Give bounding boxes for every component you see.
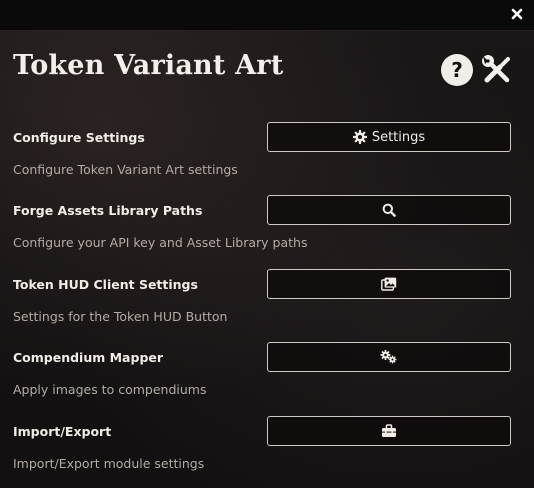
row-token-hud: Token HUD Client Settings Settings for t… <box>13 269 513 331</box>
window-titlebar[interactable] <box>0 0 534 31</box>
row-configure-settings: Configure Settings Settings Configure To… <box>13 122 513 184</box>
import-export-button[interactable] <box>267 416 511 446</box>
settings-window: Token Variant Art ? Configure Settings S… <box>0 0 534 488</box>
row-import-export: Import/Export Import/Export module setti… <box>13 416 513 478</box>
toolbox-icon <box>382 424 396 437</box>
row-label: Forge Assets Library Paths <box>13 203 203 218</box>
header: Token Variant Art ? <box>13 50 521 90</box>
row-hint: Configure Token Variant Art settings <box>13 162 238 177</box>
help-icon[interactable]: ? <box>441 54 473 86</box>
compendium-mapper-button[interactable] <box>267 342 511 372</box>
token-hud-button[interactable] <box>267 269 511 299</box>
row-label: Token HUD Client Settings <box>13 277 198 292</box>
settings-button[interactable]: Settings <box>267 122 511 152</box>
row-hint: Settings for the Token HUD Button <box>13 309 228 324</box>
row-forge-assets: Forge Assets Library Paths Configure you… <box>13 195 513 257</box>
images-icon <box>381 277 397 291</box>
row-label: Import/Export <box>13 424 112 439</box>
forge-assets-button[interactable] <box>267 195 511 225</box>
settings-button-label: Settings <box>371 129 426 145</box>
row-hint: Import/Export module settings <box>13 456 205 471</box>
search-icon <box>382 203 396 217</box>
row-hint: Apply images to compendiums <box>13 382 207 397</box>
row-hint: Configure your API key and Asset Library… <box>13 235 308 250</box>
row-label: Configure Settings <box>13 130 145 145</box>
cogs-icon <box>380 350 397 364</box>
page-title: Token Variant Art <box>13 50 284 81</box>
row-label: Compendium Mapper <box>13 350 164 365</box>
row-compendium-mapper: Compendium Mapper Apply images to compen… <box>13 342 513 404</box>
tools-icon[interactable] <box>480 53 514 87</box>
close-icon[interactable] <box>508 5 526 23</box>
gear-icon <box>352 130 367 144</box>
